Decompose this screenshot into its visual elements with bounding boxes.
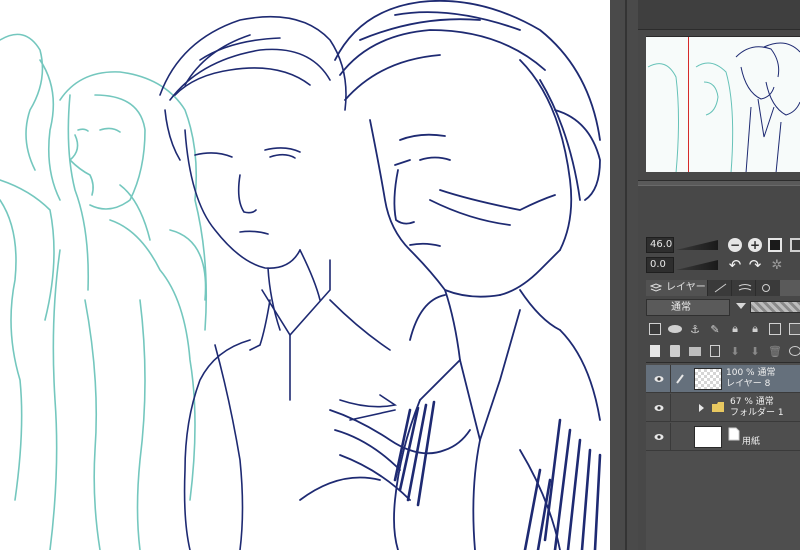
tab-layer[interactable]: レイヤー [646,280,708,296]
layer-tool-row-1: ⚓ ✎ 🔒︎ 🔒︎ [646,320,800,340]
panel-divider[interactable] [625,0,627,550]
zoom-slider[interactable] [676,240,718,250]
reference-icon[interactable]: ⚓ [688,322,702,336]
tab-search[interactable] [758,280,778,296]
lock-transparency-icon[interactable]: 🔒︎ [748,322,762,336]
tab-material[interactable] [734,280,756,296]
draft-icon[interactable]: ✎ [708,322,722,336]
lock-icon[interactable]: 🔒︎ [728,322,742,336]
layer-color-icon[interactable] [648,322,662,336]
paper-thumbnail [694,426,722,448]
panel-header [638,0,800,30]
material-tab-icon [738,284,752,291]
layer-row-8[interactable]: 100 % 通常 レイヤー 8 [646,365,800,393]
blend-mode-row: 通常 [646,299,800,317]
tab-brush[interactable] [710,280,732,296]
new-raster-layer-icon[interactable] [648,344,662,358]
layer-list: 100 % 通常 レイヤー 8 67 % 通常 フォルダー 1 用紙 [646,362,800,550]
layer-opacity-blend: 100 % 通常 [726,368,776,378]
zoom-in-icon[interactable]: + [746,236,764,254]
navigator-view-frame[interactable] [688,37,800,172]
rotate-right-icon[interactable]: ↷ [746,256,764,274]
layer-tool-row-2: ⬇ ⬇ 🗑︎ [646,342,800,362]
canvas-gutter [610,0,638,550]
eye-icon[interactable] [654,375,664,383]
duplicate-layer-icon[interactable] [708,344,722,358]
merge-visible-icon[interactable]: ⬇ [748,344,762,358]
rotate-slider[interactable] [676,260,718,270]
layer-name: 用紙 [742,437,761,447]
new-folder-icon[interactable] [688,344,702,358]
reset-rotation-icon[interactable]: ✲ [768,256,786,274]
layer-thumbnail [694,368,722,390]
zoom-out-icon[interactable]: − [726,236,744,254]
panel-separator[interactable] [638,180,800,186]
layer-mask-icon[interactable] [788,344,800,358]
paper-icon [728,427,740,441]
drawing-canvas[interactable] [0,0,610,550]
eye-icon[interactable] [654,433,664,441]
new-vector-layer-icon[interactable] [668,344,682,358]
layers-icon [650,283,662,292]
sketch-artwork [0,0,602,550]
rotate-value-field[interactable]: 0.0 [646,257,674,273]
fit-view-icon[interactable] [766,236,784,254]
delete-layer-icon[interactable]: 🗑︎ [768,344,782,358]
search-tab-icon [762,284,770,292]
clip-icon[interactable] [668,322,682,336]
opacity-slider[interactable] [750,301,800,313]
merge-down-icon[interactable]: ⬇ [728,344,742,358]
layer-divider [670,423,671,451]
layer-divider [670,365,671,393]
blend-mode-select[interactable]: 通常 [646,299,730,316]
side-panel: 46.0 − + 0.0 ↶ ↷ ✲ レイヤー 通常 ⚓ ✎ 🔒︎ 🔒︎ ⬇ ⬇… [638,0,800,550]
paint-app-window: 46.0 − + 0.0 ↶ ↷ ✲ レイヤー 通常 ⚓ ✎ 🔒︎ 🔒︎ ⬇ ⬇… [0,0,800,550]
tab-more[interactable] [780,280,800,296]
layer-name: フォルダー 1 [730,408,784,418]
zoom-value-field[interactable]: 46.0 [646,237,674,253]
mask-icon[interactable] [768,322,782,336]
zoom-row: 46.0 − + [646,236,800,256]
rotate-left-icon[interactable]: ↶ [726,256,744,274]
rotate-row: 0.0 ↶ ↷ ✲ [646,256,800,276]
layer-opacity-blend: 67 % 通常 [730,397,774,407]
layer-row-folder-1[interactable]: 67 % 通常 フォルダー 1 [646,394,800,422]
navigator-preview[interactable] [646,36,800,172]
layer-panel-tabs: レイヤー [646,280,800,296]
ruler-icon[interactable] [788,322,800,336]
layer-name: レイヤー 8 [726,379,771,389]
tab-layer-label: レイヤー [666,282,706,293]
layer-row-paper[interactable]: 用紙 [646,423,800,451]
folder-icon [712,402,724,412]
pen-icon [676,374,684,384]
eye-icon[interactable] [654,404,664,412]
chevron-right-icon[interactable] [698,403,706,413]
layer-divider [670,394,671,422]
brush-tab-icon [714,283,727,293]
extra-view-icon[interactable] [788,236,800,254]
chevron-down-icon[interactable] [736,303,746,309]
